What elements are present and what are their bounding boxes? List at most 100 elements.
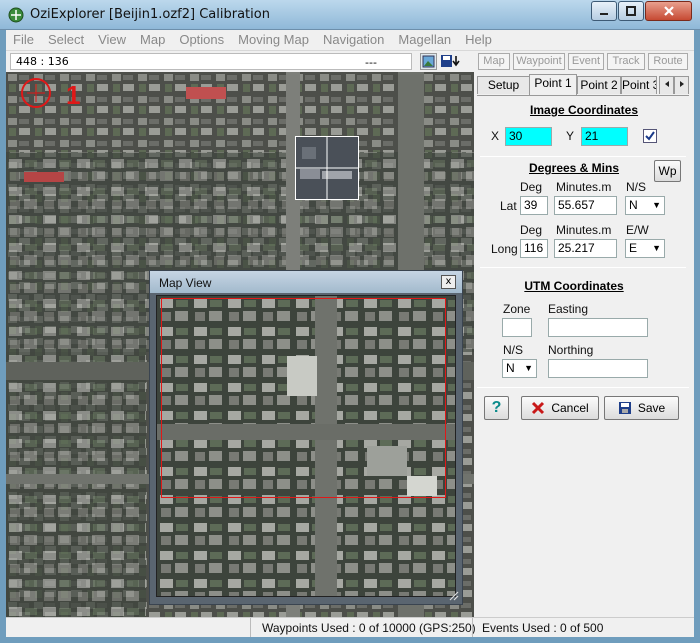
toolbar-waypoint-button[interactable]: Waypoint xyxy=(513,53,565,70)
lat-deg-field[interactable]: 39 xyxy=(520,196,548,215)
northing-label: Northing xyxy=(548,343,594,357)
tab-setup[interactable]: Setup xyxy=(477,76,530,94)
lat-ns-select[interactable]: N ▼ xyxy=(625,196,665,215)
picture-icon xyxy=(422,55,435,68)
lat-label: Lat xyxy=(500,199,517,213)
save-button[interactable]: Save xyxy=(604,396,679,420)
maximize-button[interactable] xyxy=(618,1,644,21)
separator xyxy=(477,387,689,388)
chevron-down-icon: ▼ xyxy=(524,363,533,373)
toolbar-event-button[interactable]: Event xyxy=(568,53,604,70)
tab-divider xyxy=(477,95,689,96)
minimize-icon xyxy=(600,13,608,15)
minimize-button[interactable] xyxy=(591,1,617,21)
easting-label: Easting xyxy=(548,302,589,316)
tab-point-3[interactable]: Point 3 xyxy=(621,76,657,94)
close-icon xyxy=(663,6,674,16)
help-button[interactable]: ? xyxy=(484,396,509,420)
image-coords-checkbox[interactable] xyxy=(643,129,657,143)
arrow-left-icon xyxy=(664,81,669,87)
tab-point-2[interactable]: Point 2 xyxy=(577,76,621,94)
x-label: X xyxy=(491,129,500,143)
oziexplorer-icon xyxy=(8,7,24,23)
map-view-image[interactable] xyxy=(156,295,456,597)
tab-scroll-right-button[interactable] xyxy=(674,76,689,94)
map-view-titlebar[interactable]: Map View x xyxy=(150,271,462,293)
cursor-coordinates: 448 : 136 --- xyxy=(10,53,412,70)
degrees-mins-header: Degrees & Mins xyxy=(528,161,620,175)
resize-grip-icon[interactable] xyxy=(447,589,459,601)
floppy-disk-icon xyxy=(618,402,631,414)
menu-file[interactable]: File xyxy=(6,30,41,50)
long-deg-field[interactable]: 116 xyxy=(520,239,548,258)
zoom-preview xyxy=(295,136,359,200)
title-bar: OziExplorer [Beijin1.ozf2] Calibration xyxy=(0,0,700,30)
help-icon: ? xyxy=(491,399,502,416)
close-button[interactable] xyxy=(645,1,692,21)
maximize-icon xyxy=(626,6,636,16)
calibration-panel: Setup Point 1 Point 2 Point 3 Image Coor… xyxy=(474,72,694,617)
cursor-coords-text: 448 : 136 xyxy=(16,55,69,68)
easting-field[interactable] xyxy=(548,318,648,337)
cancel-label: Cancel xyxy=(551,401,589,415)
save-download-button[interactable] xyxy=(440,53,462,70)
menu-bar: File Select View Map Options Moving Map Naviga… xyxy=(6,30,694,50)
lat-deg-label: Deg xyxy=(520,180,543,194)
status-bar: Waypoints Used : 0 of 10000 (GPS:250) Ev… xyxy=(6,617,694,637)
window-title: OziExplorer [Beijin1.ozf2] Calibration xyxy=(30,7,270,22)
utm-ns-label: N/S xyxy=(503,343,524,357)
northing-field[interactable] xyxy=(548,359,648,378)
menu-select[interactable]: Select xyxy=(41,30,91,50)
menu-options[interactable]: Options xyxy=(172,30,231,50)
image-x-field[interactable]: 30 xyxy=(505,127,552,146)
zone-field[interactable] xyxy=(502,318,532,337)
events-used-status: Events Used : 0 of 500 xyxy=(482,621,604,635)
separator xyxy=(480,156,686,157)
waypoints-used-status: Waypoints Used : 0 of 10000 (GPS:250) xyxy=(262,621,476,635)
long-min-label: Minutes.m xyxy=(556,223,612,237)
map-image-button[interactable] xyxy=(420,53,437,70)
wp-button[interactable]: Wp xyxy=(654,160,681,182)
chevron-down-icon: ▼ xyxy=(652,200,661,210)
map-view-close-button[interactable]: x xyxy=(441,275,456,289)
menu-magellan[interactable]: Magellan xyxy=(391,30,458,50)
image-coordinates-header: Image Coordinates xyxy=(529,103,639,117)
floppy-download-icon xyxy=(441,55,460,67)
arrow-right-icon xyxy=(679,81,684,87)
red-x-icon xyxy=(532,401,545,415)
image-y-field[interactable]: 21 xyxy=(581,127,628,146)
utm-ns-value: N xyxy=(506,361,515,375)
zoom-preview-image xyxy=(296,137,358,199)
y-label: Y xyxy=(566,129,575,143)
menu-map[interactable]: Map xyxy=(133,30,172,50)
lat-min-field[interactable]: 55.657 xyxy=(554,196,617,215)
separator xyxy=(480,267,686,268)
toolbar-track-button[interactable]: Track xyxy=(607,53,645,70)
menu-navigation[interactable]: Navigation xyxy=(316,30,391,50)
toolbar-map-button[interactable]: Map xyxy=(478,53,510,70)
long-deg-label: Deg xyxy=(520,223,543,237)
save-label: Save xyxy=(637,401,666,415)
calibration-point-number: 1 xyxy=(66,80,81,110)
checkmark-icon xyxy=(645,131,655,141)
lat-ns-value: N xyxy=(629,198,638,212)
toolbar-route-button[interactable]: Route xyxy=(648,53,688,70)
zone-label: Zone xyxy=(503,302,531,316)
lat-ns-label: N/S xyxy=(626,180,647,194)
menu-help[interactable]: Help xyxy=(458,30,499,50)
utm-coordinates-header: UTM Coordinates xyxy=(524,279,624,293)
map-view-window[interactable]: Map View x xyxy=(149,270,463,605)
status-divider xyxy=(472,618,473,637)
cancel-button[interactable]: Cancel xyxy=(521,396,599,420)
status-dash: --- xyxy=(365,56,377,69)
tab-point-1[interactable]: Point 1 xyxy=(529,74,577,95)
long-ew-label: E/W xyxy=(626,223,649,237)
status-seg-empty xyxy=(6,618,251,637)
menu-view[interactable]: View xyxy=(91,30,133,50)
long-ew-select[interactable]: E ▼ xyxy=(625,239,665,258)
toolbar: 448 : 136 --- Map Waypoint Event Track R… xyxy=(6,50,694,72)
long-min-field[interactable]: 25.217 xyxy=(554,239,617,258)
utm-ns-select[interactable]: N ▼ xyxy=(502,359,537,378)
menu-moving-map[interactable]: Moving Map xyxy=(231,30,316,50)
tab-scroll-left-button[interactable] xyxy=(659,76,674,94)
